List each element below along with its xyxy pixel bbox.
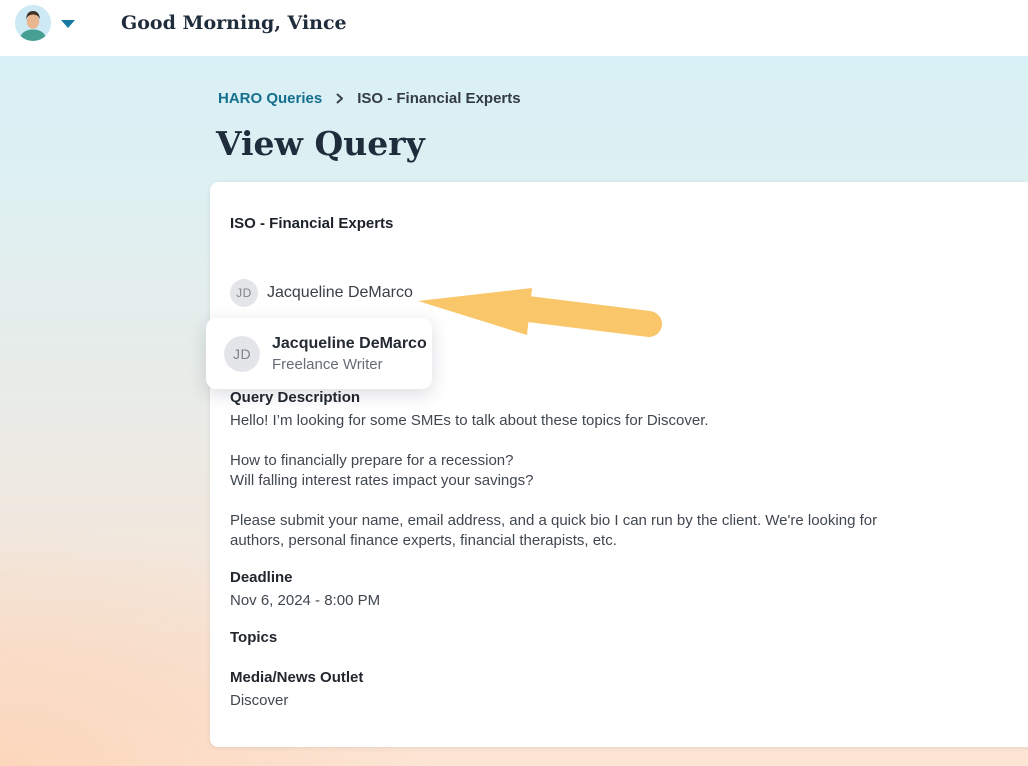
breadcrumb-link-haro-queries[interactable]: HARO Queries [218, 90, 322, 107]
popup-initials-avatar: JD [224, 336, 260, 372]
topics-label: Topics [230, 629, 930, 647]
author-name[interactable]: Jacqueline DeMarco [267, 284, 413, 302]
query-card: ISO - Financial Experts JD Jacqueline De… [210, 182, 1028, 747]
query-description-label: Query Description [230, 389, 930, 407]
page-title: View Query [216, 120, 425, 168]
page: { "header": { "greeting": "Good Morning,… [0, 0, 1028, 766]
popup-author-role: Freelance Writer [272, 354, 427, 375]
author-initials-avatar[interactable]: JD [230, 279, 258, 307]
top-header: Good Morning, Vince [0, 0, 1028, 56]
popup-text: Jacqueline DeMarco Freelance Writer [272, 333, 427, 375]
user-account-menu[interactable] [15, 5, 75, 41]
chevron-down-icon[interactable] [61, 20, 75, 28]
chevron-right-icon [333, 92, 346, 105]
author-popup-card: JD Jacqueline DeMarco Freelance Writer [206, 318, 432, 389]
popup-author-name: Jacqueline DeMarco [272, 333, 427, 354]
media-outlet-label: Media/News Outlet [230, 669, 930, 687]
query-card-title: ISO - Financial Experts [230, 215, 393, 233]
query-description-text: Hello! I’m looking for some SMEs to talk… [230, 411, 930, 551]
query-details: Query Description Hello! I’m looking for… [230, 389, 930, 711]
greeting-title: Good Morning, Vince [121, 9, 347, 37]
media-outlet-value: Discover [230, 691, 930, 711]
author-row[interactable]: JD Jacqueline DeMarco [230, 279, 413, 307]
breadcrumb: HARO Queries ISO - Financial Experts [218, 90, 521, 107]
breadcrumb-current: ISO - Financial Experts [357, 90, 520, 107]
user-avatar-photo [15, 5, 51, 41]
deadline-value: Nov 6, 2024 - 8:00 PM [230, 591, 930, 611]
deadline-label: Deadline [230, 569, 930, 587]
user-avatar[interactable] [15, 5, 51, 41]
